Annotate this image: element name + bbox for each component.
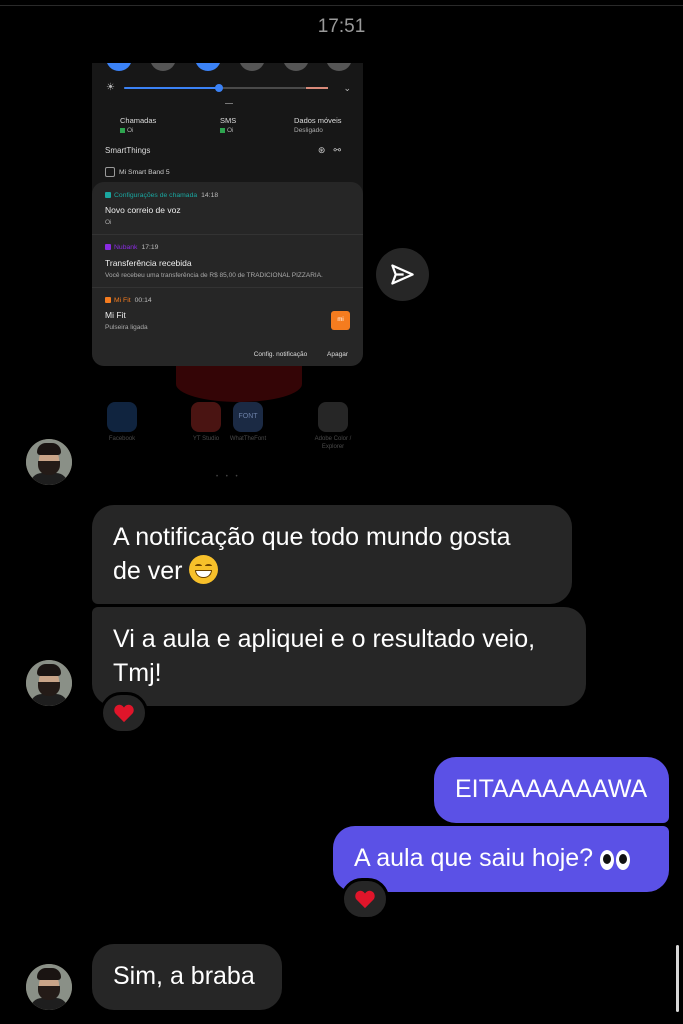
page-indicator: • • •	[216, 474, 241, 480]
brightness-slider: ☀ ⌄	[106, 81, 351, 95]
adobe-color-icon	[318, 402, 348, 432]
wallpaper-art	[176, 366, 302, 402]
sim-icon	[120, 127, 125, 133]
message-bubble-incoming[interactable]: Vi a aula e apliquei e o resultado veio,…	[92, 607, 586, 706]
facebook-icon	[107, 402, 137, 432]
chevron-down-icon: ⌄	[343, 83, 351, 93]
brightness-fill	[124, 87, 219, 89]
sim-calls: Chamadas Oi	[120, 116, 157, 134]
clear-button: Apagar	[327, 351, 348, 358]
device-icon	[105, 167, 115, 177]
message-bubble-outgoing[interactable]: EITAAAAAAAWA	[434, 757, 669, 823]
sim-icon	[220, 127, 225, 133]
heart-icon	[114, 704, 134, 723]
settings-icon: ⚯	[333, 145, 349, 155]
app-adobe-color: Adobe Color / Explorer	[303, 402, 363, 451]
message-bubble-outgoing[interactable]: A aula que saiu hoje?	[333, 826, 669, 892]
smartthings-device: Mi Smart Band 5	[105, 167, 170, 177]
grinning-face-icon	[189, 555, 219, 584]
avatar[interactable]	[26, 439, 72, 485]
app-facebook: Facebook	[92, 402, 152, 443]
notification-item: Nubank 17:19 Transferência recebida Você …	[92, 235, 363, 288]
send-icon	[391, 264, 414, 285]
message-bubble-incoming[interactable]: A notificação que todo mundo gosta de ve…	[92, 505, 572, 604]
avatar[interactable]	[26, 964, 72, 1010]
notification-item: Configurações de chamada 14:18 Novo corre…	[92, 182, 363, 235]
sim-data: Dados móveis Desligado	[294, 116, 342, 134]
eyes-icon	[600, 845, 632, 879]
mi-logo-icon: mi	[331, 311, 350, 330]
quick-toggle	[326, 63, 352, 71]
yt-studio-icon	[191, 402, 221, 432]
quick-toggle	[239, 63, 265, 71]
quick-toggle	[283, 63, 309, 71]
mi-fit-icon	[105, 297, 111, 304]
scan-icon: ⊛	[317, 145, 334, 155]
message-timestamp: 17:51	[317, 16, 366, 37]
brightness-thumb	[214, 84, 223, 92]
drag-handle	[225, 103, 233, 104]
share-button[interactable]	[376, 248, 429, 301]
quick-toggle	[195, 63, 221, 71]
smartthings-icons: ⊛⚯	[318, 145, 349, 156]
top-divider	[0, 5, 683, 6]
avatar[interactable]	[26, 660, 72, 706]
notification-item: Mi Fit 00:14 Mi Fit Pulseira ligada mi	[92, 288, 363, 340]
heart-icon	[355, 890, 375, 909]
scrollbar[interactable]	[676, 945, 679, 1012]
message-bubble-incoming[interactable]: Sim, a braba	[92, 944, 282, 1010]
whatthefont-icon: FONT	[233, 402, 263, 432]
sim-info-row: Chamadas Oi SMS Oi Dados móveis Desligad…	[92, 116, 363, 138]
shared-image-message[interactable]: ☀ ⌄ Chamadas Oi SMS Oi Dados móveis Desl…	[92, 63, 363, 481]
smartthings-label: SmartThings	[105, 146, 151, 155]
quick-toggle-row	[106, 63, 356, 71]
notification-actions: Config. notificação Apagar	[236, 351, 348, 358]
quick-toggle	[150, 63, 176, 71]
call-settings-icon	[105, 192, 111, 199]
app-whatthefont: FONT WhatTheFont	[218, 402, 278, 443]
quick-toggle	[106, 63, 132, 71]
sim-sms: SMS Oi	[220, 116, 237, 134]
brightness-icon: ☀	[106, 82, 115, 93]
notification-settings-button: Config. notificação	[253, 351, 308, 358]
reaction-badge[interactable]	[341, 878, 389, 920]
reaction-badge[interactable]	[100, 692, 148, 734]
notification-panel: Configurações de chamada 14:18 Novo corre…	[92, 182, 363, 366]
nubank-icon	[105, 244, 111, 251]
home-screen-background: Facebook YT Studio FONT WhatTheFont Adob…	[92, 366, 363, 481]
